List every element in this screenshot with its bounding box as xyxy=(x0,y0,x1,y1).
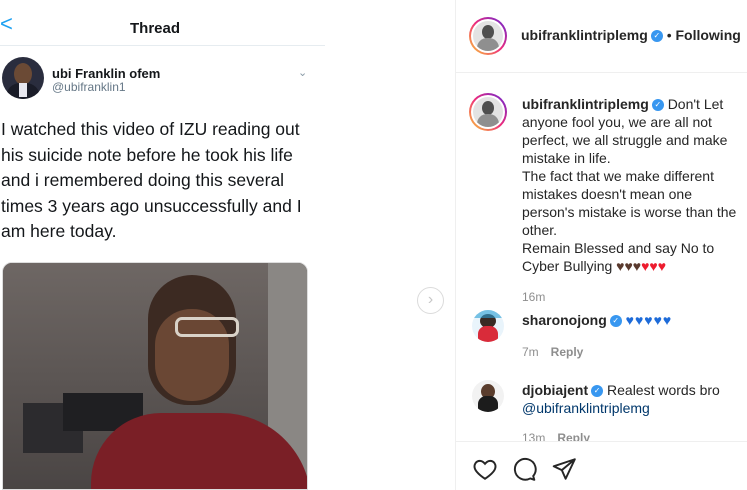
post-media: < Thread ubi Franklin ofem @ubifranklin1… xyxy=(0,0,455,490)
heart-icon[interactable] xyxy=(472,456,498,482)
back-arrow-icon: < xyxy=(0,11,13,36)
post-caption: ubifranklintriplemg ✓ Don't Let anyone fo… xyxy=(522,95,744,306)
author-avatar[interactable] xyxy=(469,17,507,55)
verified-badge-icon: ✓ xyxy=(591,385,604,398)
caption-text-2: The fact that we make different mistakes… xyxy=(522,168,737,238)
post-actions-bar xyxy=(456,441,747,490)
separator-dot: • xyxy=(666,27,672,43)
tweet-text: I watched this video of IZU reading out … xyxy=(1,119,302,241)
comment-icon[interactable] xyxy=(511,456,537,482)
post-sidebar: ubifranklintriplemg ✓ • Following ubifran… xyxy=(455,0,747,490)
verified-badge-icon: ✓ xyxy=(651,99,664,112)
comment-timestamp: 7m xyxy=(522,345,539,359)
chevron-down-icon: ⌄ xyxy=(298,67,308,79)
comment-text: Realest words bro xyxy=(607,382,720,398)
comment-username[interactable]: djobiajent xyxy=(522,382,588,398)
chevron-right-icon[interactable]: › xyxy=(417,287,444,314)
caption-username[interactable]: ubifranklintriplemg xyxy=(522,96,649,112)
paper-plane-icon[interactable] xyxy=(551,456,577,482)
tweet-author-name: ubi Franklin ofem xyxy=(52,66,161,81)
blue-heart-emojis: ♥♥♥♥♥ xyxy=(625,312,673,328)
tweet-header-title: Thread xyxy=(130,20,181,37)
caption-timestamp: 16m xyxy=(522,290,546,304)
comment-item: djobiajent ✓ Realest words bro @ubifrankl… xyxy=(522,381,744,447)
tweet-video-thumbnail xyxy=(2,262,308,490)
verified-badge-icon: ✓ xyxy=(650,30,663,43)
commenter-avatar[interactable] xyxy=(472,310,504,342)
mention-link[interactable]: @ubifranklintriplemg xyxy=(522,400,650,416)
following-button[interactable]: Following xyxy=(675,27,740,43)
comment-username[interactable]: sharonojong xyxy=(522,312,607,328)
caption-author-avatar[interactable] xyxy=(469,93,507,131)
verified-badge-icon: ✓ xyxy=(609,315,622,328)
tweet-author-handle: @ubifranklin1 xyxy=(52,80,126,94)
heart-emojis: ♥♥♥♥♥♥ xyxy=(616,258,667,274)
tweet-header: < Thread xyxy=(0,0,325,46)
post-header: ubifranklintriplemg ✓ • Following xyxy=(456,0,747,73)
comment-item: sharonojong ✓ ♥♥♥♥♥ 7m Reply xyxy=(522,311,744,361)
instagram-post-modal: < Thread ubi Franklin ofem @ubifranklin1… xyxy=(0,0,747,490)
commenter-avatar[interactable] xyxy=(472,380,504,412)
post-author-username[interactable]: ubifranklintriplemg xyxy=(521,27,648,43)
tweet-author-avatar xyxy=(2,57,44,99)
reply-button[interactable]: Reply xyxy=(551,345,584,359)
